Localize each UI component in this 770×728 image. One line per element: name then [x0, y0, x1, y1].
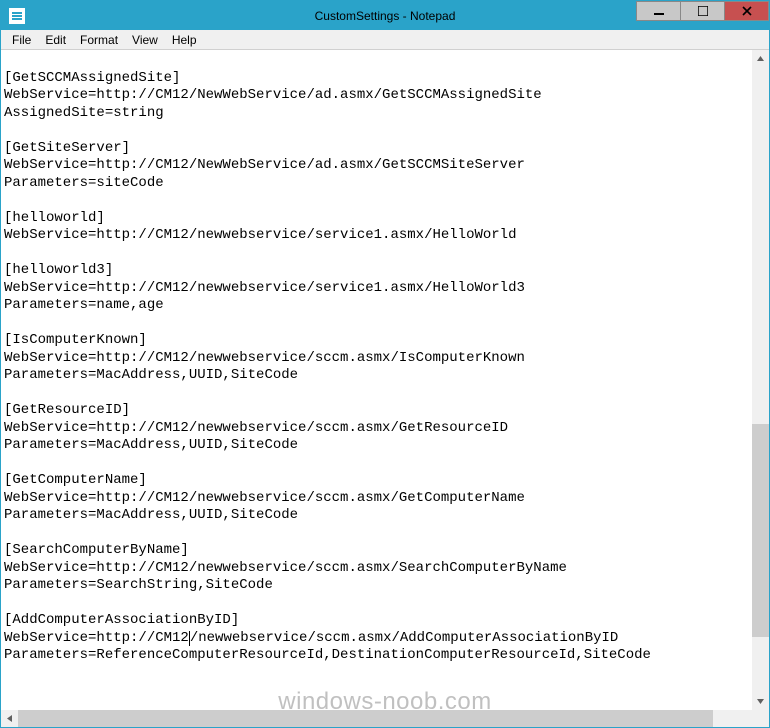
horizontal-scroll-thumb[interactable]: [18, 710, 713, 727]
size-grip[interactable]: [752, 710, 769, 727]
menu-file[interactable]: File: [5, 32, 38, 48]
menubar: File Edit Format View Help: [1, 30, 769, 49]
horizontal-scroll-track[interactable]: [18, 710, 735, 727]
menu-view[interactable]: View: [125, 32, 165, 48]
window-title: CustomSettings - Notepad: [1, 9, 769, 23]
client-area: [GetSCCMAssignedSite] WebService=http://…: [1, 49, 769, 727]
vertical-scroll-thumb[interactable]: [752, 424, 769, 637]
horizontal-scrollbar[interactable]: [1, 710, 752, 727]
scroll-down-button[interactable]: [752, 693, 769, 710]
vertical-scrollbar[interactable]: [752, 50, 769, 710]
text-editor[interactable]: [GetSCCMAssignedSite] WebService=http://…: [4, 52, 752, 710]
vertical-scroll-track[interactable]: [752, 67, 769, 693]
scroll-left-button[interactable]: [1, 710, 18, 727]
menu-edit[interactable]: Edit: [38, 32, 73, 48]
menu-help[interactable]: Help: [165, 32, 204, 48]
titlebar[interactable]: CustomSettings - Notepad: [1, 1, 769, 30]
menu-format[interactable]: Format: [73, 32, 125, 48]
notepad-window: CustomSettings - Notepad File Edit Forma…: [0, 0, 770, 728]
scroll-up-button[interactable]: [752, 50, 769, 67]
